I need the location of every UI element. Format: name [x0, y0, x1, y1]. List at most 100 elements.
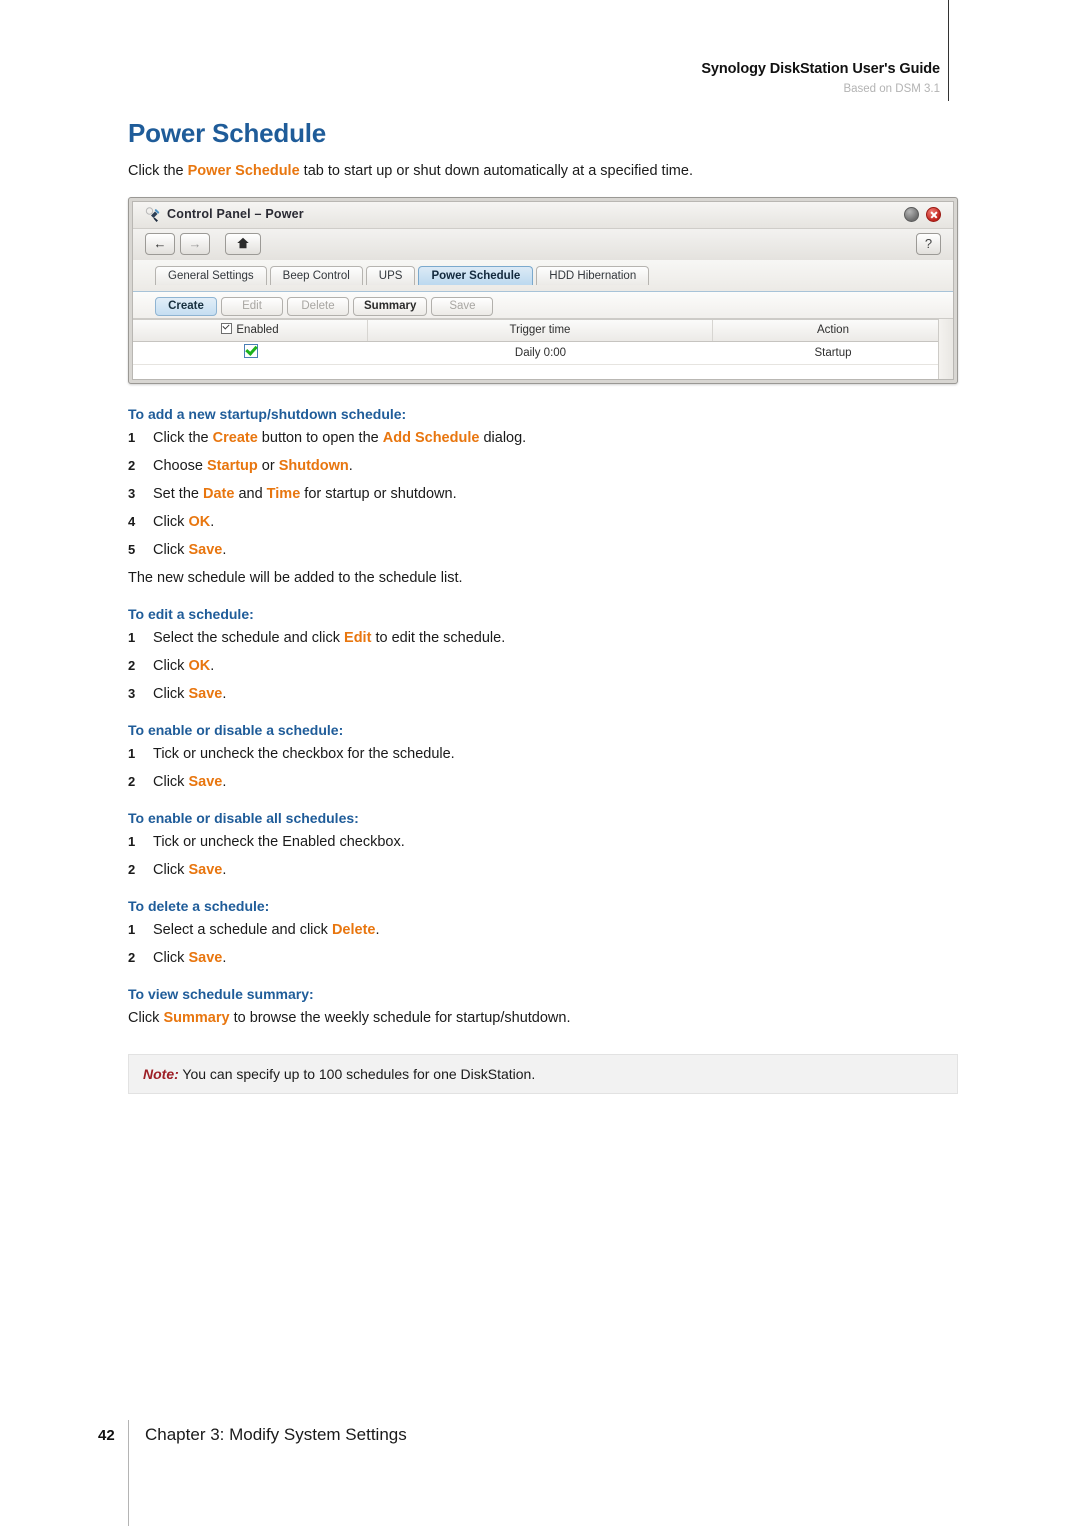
tab-beep-control[interactable]: Beep Control: [269, 266, 363, 285]
control-panel-body: General Settings Beep Control UPS Power Sch…: [133, 260, 953, 379]
save-button[interactable]: Save: [431, 297, 494, 316]
help-button[interactable]: ?: [916, 233, 941, 255]
step-number: 2: [128, 458, 136, 473]
step-number: 4: [128, 514, 136, 529]
screenshot-figure: Control Panel – Power ← → ? General Sett…: [128, 197, 958, 384]
list-item: 1 Tick or uncheck the Enabled checkbox.: [128, 832, 958, 852]
step-number: 1: [128, 430, 136, 445]
step-0-0-part-2: button to open the: [257, 430, 383, 446]
section-trailing-0: The new schedule will be added to the sc…: [128, 570, 463, 586]
step-number: 5: [128, 542, 136, 557]
step-4-1-part-1: Save: [188, 950, 223, 966]
section-heading-3: To enable or disable all schedules:: [128, 810, 359, 826]
tab-ups[interactable]: UPS: [365, 266, 416, 285]
list-item: 5 Click Save.: [128, 540, 958, 560]
row-trigger-time-cell: Daily 0:00: [514, 347, 567, 359]
step-0-4-part-1: Save: [188, 542, 223, 558]
list-item: 1 Click the Create button to open the Add…: [128, 428, 958, 448]
step-0-2-part-3: Time: [266, 486, 301, 502]
step-number: 2: [128, 658, 136, 673]
step-1-0-part-1: Edit: [344, 630, 372, 646]
step-number: 3: [128, 486, 136, 501]
trailing-5-part-2: to browse the weekly schedule for startu…: [229, 1010, 571, 1026]
section-heading-0: To add a new startup/shutdown schedule:: [128, 406, 407, 422]
back-button[interactable]: ←: [145, 233, 175, 255]
step-0-3-part-2: .: [210, 514, 215, 530]
section-steps-3: 1 Tick or uncheck the Enabled checkbox. 2 C…: [128, 832, 958, 880]
step-number: 1: [128, 630, 136, 645]
step-0-3-part-0: Click: [153, 514, 189, 530]
section-trailing-5: Click Summary to browse the weekly sched…: [128, 1008, 958, 1028]
step-4-0-part-1: Delete: [331, 922, 376, 938]
section-steps-0: 1 Click the Create button to open the Add…: [128, 428, 958, 560]
page-title: Power Schedule: [128, 118, 327, 148]
step-number: 1: [128, 922, 136, 937]
table-row[interactable]: Daily 0:00 Startup: [133, 342, 953, 365]
row-enabled-cell[interactable]: [133, 342, 368, 364]
step-1-2-part-2: .: [222, 686, 227, 702]
section-heading-2: To enable or disable a schedule:: [128, 722, 344, 738]
step-1-2-part-0: Click: [153, 686, 189, 702]
window-navbar: ← → ?: [133, 229, 953, 261]
minimize-icon[interactable]: [904, 207, 919, 222]
tab-bar: General Settings Beep Control UPS Power Sch…: [133, 260, 953, 292]
list-item: 3 Set the Date and Time for startup or sh…: [128, 484, 958, 504]
step-0-1-part-0: Choose: [153, 458, 208, 474]
list-item: 1 Tick or uncheck the checkbox for the sc…: [128, 744, 958, 764]
edit-button[interactable]: Edit: [221, 297, 283, 316]
step-1-0-part-2: to edit the schedule.: [371, 630, 506, 646]
page-number: 42: [98, 1427, 115, 1444]
step-0-1-part-4: .: [348, 458, 353, 474]
list-item: 2 Click Save.: [128, 772, 958, 792]
grid-header-row: Enabled Trigger time Action: [133, 320, 953, 342]
column-header-trigger-time[interactable]: Trigger time: [368, 320, 713, 341]
note-text: You can specify up to 100 schedules for …: [178, 1066, 536, 1082]
list-item: 1 Select the schedule and click Edit to e…: [128, 628, 958, 648]
step-0-1-part-2: or: [257, 458, 279, 474]
section-heading-4: To delete a schedule:: [128, 898, 270, 914]
intro-post: tab to start up or shut down automatical…: [299, 163, 693, 179]
vertical-scrollbar[interactable]: [938, 319, 953, 379]
section-steps-2: 1 Tick or uncheck the checkbox for the sc…: [128, 744, 958, 792]
tab-hdd-hibernation[interactable]: HDD Hibernation: [536, 266, 650, 285]
step-4-0-part-0: Select a schedule and click: [153, 922, 332, 938]
column-header-action[interactable]: Action: [713, 320, 953, 341]
step-number: 2: [128, 862, 136, 877]
step-0-0-part-0: Click the: [153, 430, 213, 446]
tab-general-settings[interactable]: General Settings: [155, 266, 267, 285]
list-item: 4 Click OK.: [128, 512, 958, 532]
close-icon[interactable]: [926, 207, 941, 222]
step-1-1-part-2: .: [210, 658, 215, 674]
step-0-1-part-1: Startup: [207, 458, 258, 474]
step-number: 2: [128, 774, 136, 789]
list-item: 3 Click Save.: [128, 684, 958, 704]
step-number: 1: [128, 834, 136, 849]
tab-power-schedule[interactable]: Power Schedule: [418, 266, 534, 285]
enable-all-checkbox-icon[interactable]: [221, 323, 233, 334]
guide-title: Synology DiskStation User's Guide: [701, 61, 940, 77]
home-button[interactable]: [225, 233, 261, 255]
intro-paragraph: Click the Power Schedule tab to start up…: [128, 161, 958, 181]
content-column: Power Schedule Click the Power Schedule …: [128, 118, 958, 1094]
trailing-5-part-1: Summary: [163, 1010, 230, 1026]
row-action-cell: Startup: [814, 347, 852, 359]
step-4-1-part-0: Click: [153, 950, 189, 966]
create-button[interactable]: Create: [155, 297, 217, 316]
summary-button[interactable]: Summary: [353, 297, 428, 316]
step-0-2-part-1: Date: [202, 486, 235, 502]
row-checkbox-icon[interactable]: [243, 344, 258, 358]
footer-vertical-rule: [128, 1420, 129, 1526]
window-title: Control Panel – Power: [167, 207, 304, 221]
power-plug-icon: [145, 207, 161, 223]
schedule-grid: Enabled Trigger time Action Daily 0:00 S…: [133, 319, 953, 379]
step-2-1-part-1: Save: [188, 774, 223, 790]
delete-button[interactable]: Delete: [287, 297, 349, 316]
step-0-1-part-3: Shutdown: [278, 458, 349, 474]
column-header-enabled[interactable]: Enabled: [133, 320, 368, 341]
forward-button[interactable]: →: [180, 233, 210, 255]
step-number: 1: [128, 746, 136, 761]
step-2-0-part-0: Tick or uncheck the checkbox for the sch…: [153, 746, 455, 762]
step-4-0-part-2: .: [375, 922, 380, 938]
note-box: Note: You can specify up to 100 schedule…: [128, 1054, 958, 1094]
window-titlebar: Control Panel – Power: [133, 202, 953, 229]
